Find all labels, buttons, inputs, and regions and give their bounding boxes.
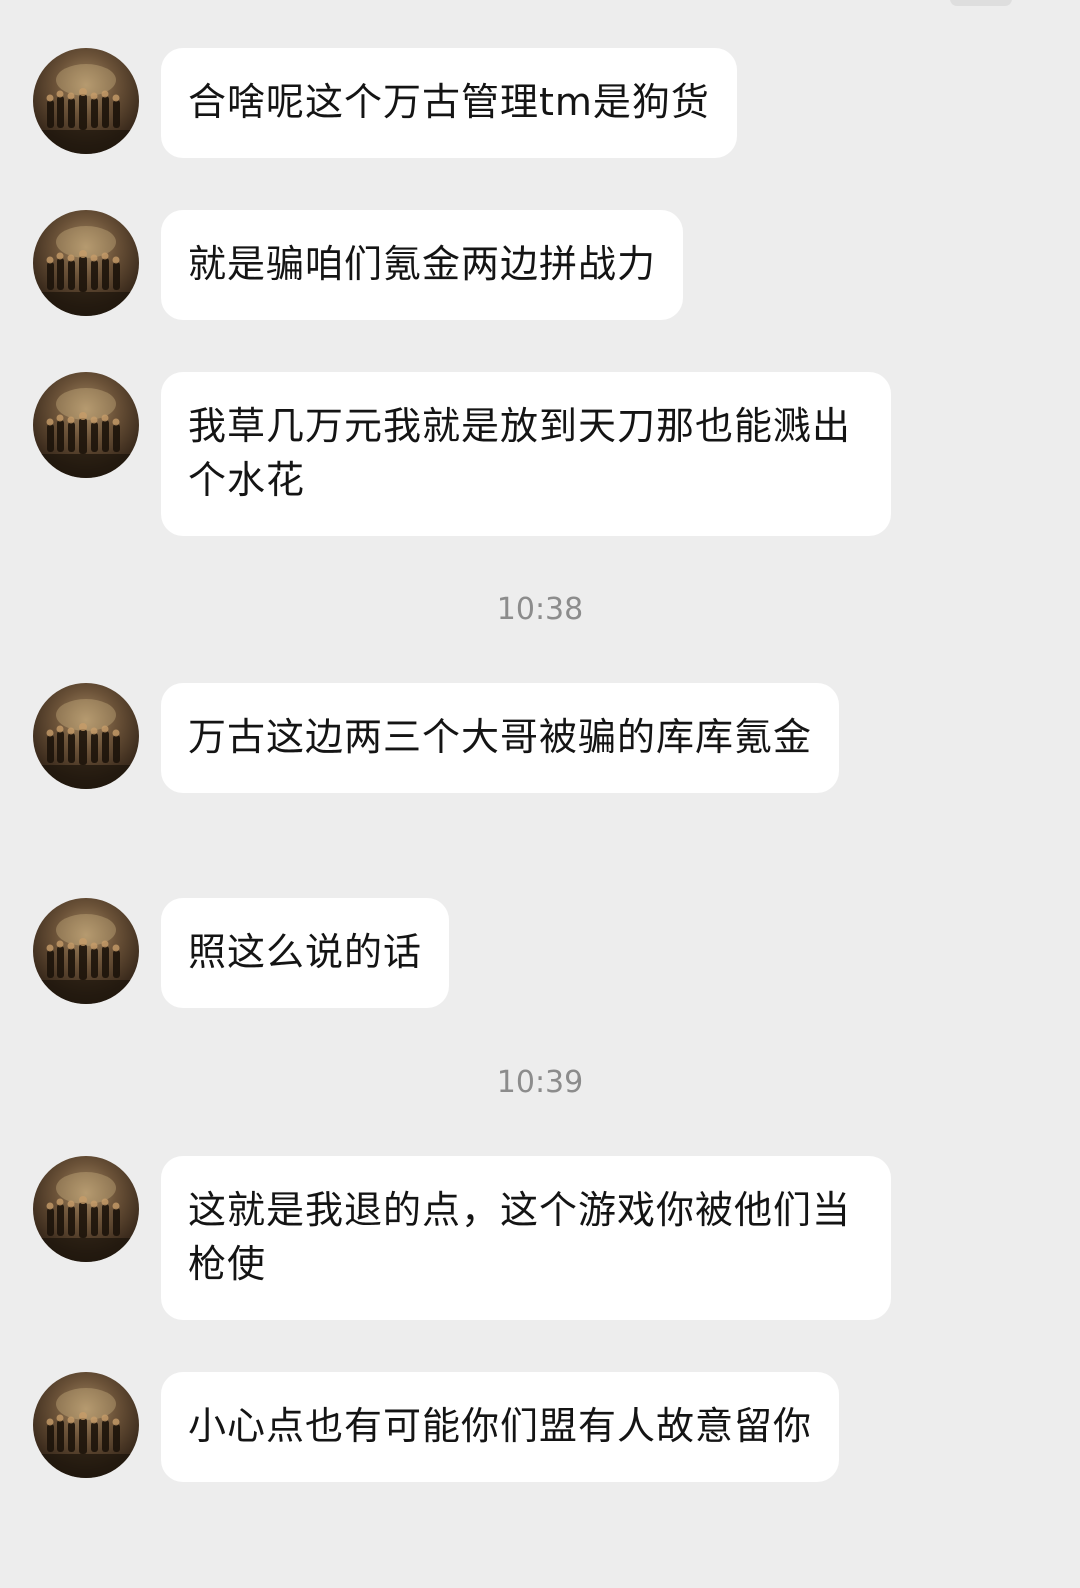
message-bubble[interactable]: 就是骗咱们氪金两边拼战力	[161, 210, 684, 320]
message-bubble[interactable]: 这就是我退的点，这个游戏你被他们当枪使	[161, 1156, 891, 1320]
message-bubble[interactable]: 合啥呢这个万古管理tm是狗货	[161, 48, 737, 158]
message-bubble[interactable]: 照这么说的话	[161, 898, 450, 1008]
scroll-edge-indicator	[950, 0, 1012, 6]
avatar-photo-icon[interactable]	[33, 372, 139, 478]
message-bubble[interactable]: 小心点也有可能你们盟有人故意留你	[161, 1372, 840, 1482]
timestamp: 10:39	[496, 1065, 584, 1100]
avatar-photo-icon[interactable]	[33, 1156, 139, 1262]
timestamp: 10:38	[496, 592, 584, 627]
avatar-photo-icon[interactable]	[33, 898, 139, 1004]
message-bubble[interactable]: 万古这边两三个大哥被骗的库库氪金	[161, 683, 840, 793]
message-bubble[interactable]: 我草几万元我就是放到天刀那也能溅出个水花	[161, 372, 891, 536]
avatar-photo-icon[interactable]	[33, 1372, 139, 1478]
avatar-photo-icon[interactable]	[33, 210, 139, 316]
chat-message-list[interactable]: 合啥呢这个万古管理tm是狗货 就是骗咱们氪金两边拼战力 我草几万元我就是放到天刀…	[0, 0, 1080, 1588]
avatar-photo-icon[interactable]	[33, 48, 139, 154]
avatar-photo-icon[interactable]	[33, 683, 139, 789]
